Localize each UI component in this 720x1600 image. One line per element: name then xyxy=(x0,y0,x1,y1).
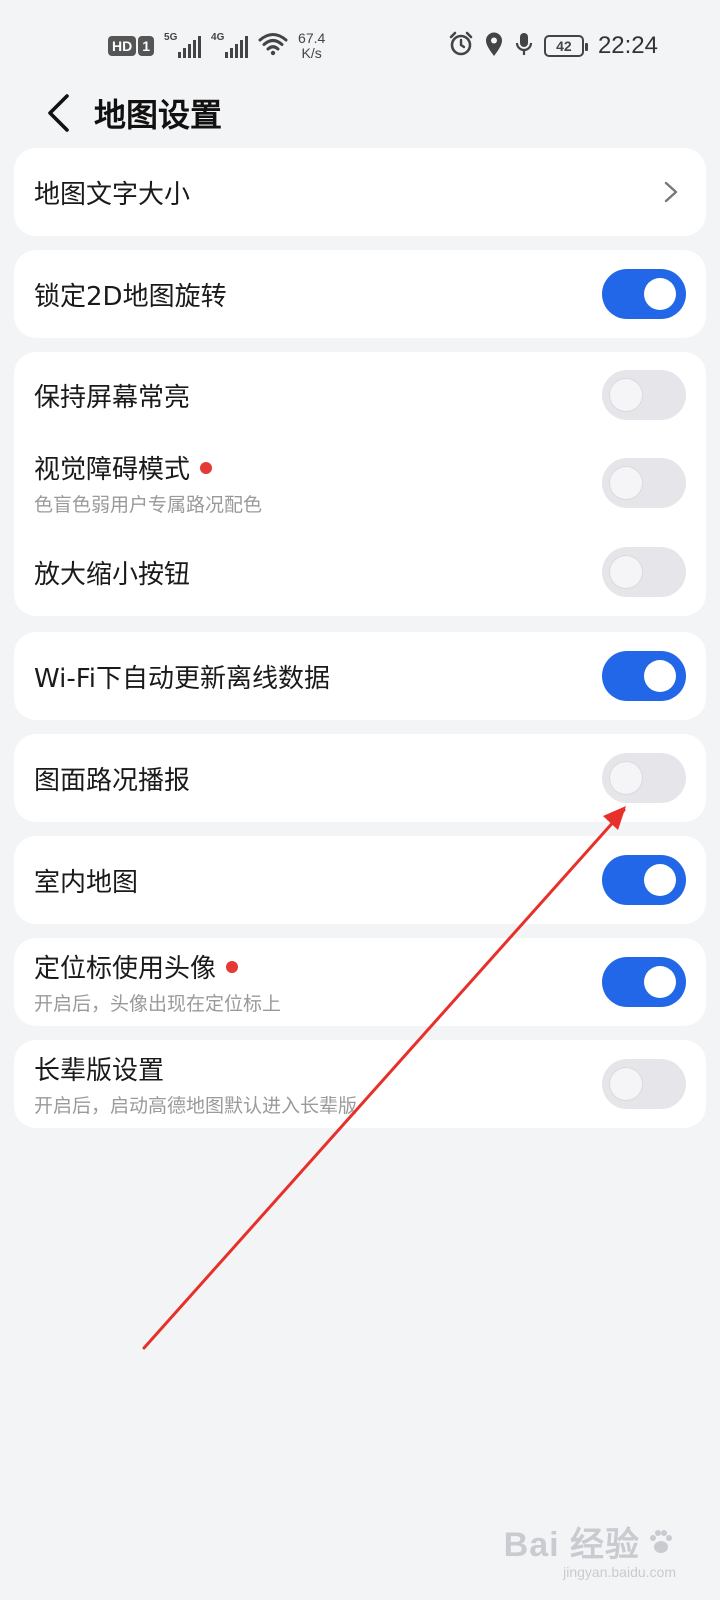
hd-badge: HD 1 xyxy=(108,36,155,56)
setting-description: 开启后，头像出现在定位标上 xyxy=(34,993,282,1015)
indoor-map-toggle[interactable] xyxy=(602,855,686,905)
setting-row-elder-mode: 长辈版设置 开启后，启动高德地图默认进入长辈版 xyxy=(14,1040,706,1128)
setting-label: 室内地图 xyxy=(34,867,139,898)
keep-screen-on-toggle[interactable] xyxy=(602,370,686,420)
wifi-auto-update-toggle[interactable] xyxy=(602,651,686,701)
new-badge-dot xyxy=(200,461,213,474)
watermark: Bai 经验 jingyan.baidu.com xyxy=(504,1517,676,1580)
settings-card-broadcast: 图面路况播报 xyxy=(14,734,706,822)
alarm-icon xyxy=(448,31,474,62)
status-bar-right: 42 22:24 xyxy=(448,31,658,62)
setting-row-traffic-broadcast: 图面路况播报 xyxy=(14,734,706,822)
battery-level: 42 xyxy=(556,38,572,54)
setting-label: 长辈版设置 xyxy=(34,1056,165,1086)
microphone-icon xyxy=(514,31,534,62)
setting-row-keep-screen-on: 保持屏幕常亮 xyxy=(14,352,706,438)
signal-5g-icon: 5G xyxy=(164,32,202,58)
setting-description: 开启后，启动高德地图默认进入长辈版 xyxy=(34,1095,358,1117)
toggle-knob xyxy=(610,379,642,411)
signal-4g-icon: 4G xyxy=(211,32,249,58)
setting-label: Wi-Fi下自动更新离线数据 xyxy=(34,663,331,694)
setting-description: 色盲色弱用户专属路况配色 xyxy=(34,494,263,516)
settings-card-text-size: 地图文字大小 xyxy=(14,148,706,236)
paw-icon xyxy=(650,1529,672,1553)
setting-row-map-text-size[interactable]: 地图文字大小 xyxy=(14,148,706,236)
elder-mode-toggle[interactable] xyxy=(602,1059,686,1109)
visual-impairment-mode-toggle[interactable] xyxy=(602,458,686,508)
traffic-broadcast-toggle[interactable] xyxy=(602,753,686,803)
page-title: 地图设置 xyxy=(94,96,223,134)
signal-4g-label: 4G xyxy=(211,32,225,43)
zoom-buttons-toggle[interactable] xyxy=(602,547,686,597)
toggle-knob xyxy=(644,966,676,998)
settings-card-display: 保持屏幕常亮 视觉障碍模式 色盲色弱用户专属路况配色 放大缩小按钮 xyxy=(14,352,706,616)
toggle-knob xyxy=(610,1068,642,1100)
speed-value: 67.4 xyxy=(298,30,326,46)
setting-label: 地图文字大小 xyxy=(34,179,191,210)
toggle-knob xyxy=(644,864,676,896)
title-bar: 地图设置 xyxy=(0,80,720,146)
status-bar-left: HD 1 5G 4G 67.4 K/s xyxy=(108,31,325,61)
setting-row-visual-impairment-mode: 视觉障碍模式 色盲色弱用户专属路况配色 xyxy=(14,438,706,528)
setting-label: 图面路况播报 xyxy=(34,765,191,796)
setting-row-lock-2d-rotation: 锁定2D地图旋转 xyxy=(14,250,706,338)
toggle-knob xyxy=(644,660,676,692)
setting-label: 保持屏幕常亮 xyxy=(34,382,191,413)
chevron-right-icon xyxy=(656,177,686,207)
watermark-text: Bai 经验 xyxy=(503,1526,640,1564)
setting-label: 锁定2D地图旋转 xyxy=(34,281,227,312)
status-time: 22:24 xyxy=(597,32,658,59)
wifi-icon xyxy=(258,32,288,61)
setting-row-indoor-map: 室内地图 xyxy=(14,836,706,924)
toggle-knob xyxy=(610,556,642,588)
setting-label: 定位标使用头像 xyxy=(34,954,217,984)
chevron-left-icon xyxy=(48,94,69,132)
new-badge-dot xyxy=(226,960,239,973)
toggle-knob xyxy=(610,762,642,794)
settings-card-offline: Wi-Fi下自动更新离线数据 xyxy=(14,632,706,720)
settings-card-avatar: 定位标使用头像 开启后，头像出现在定位标上 xyxy=(14,938,706,1026)
hd-label: HD xyxy=(108,36,137,56)
setting-row-avatar-location-marker: 定位标使用头像 开启后，头像出现在定位标上 xyxy=(14,938,706,1026)
setting-row-zoom-buttons: 放大缩小按钮 xyxy=(14,528,706,616)
toggle-knob xyxy=(644,278,676,310)
settings-card-elder: 长辈版设置 开启后，启动高德地图默认进入长辈版 xyxy=(14,1040,706,1128)
settings-card-indoor: 室内地图 xyxy=(14,836,706,924)
battery-icon: 42 xyxy=(543,35,588,57)
toggle-knob xyxy=(610,467,642,499)
avatar-location-marker-toggle[interactable] xyxy=(602,957,686,1007)
signal-5g-label: 5G xyxy=(164,32,178,43)
back-button[interactable] xyxy=(28,83,88,143)
setting-label: 放大缩小按钮 xyxy=(34,559,191,590)
status-bar: HD 1 5G 4G 67.4 K/s 42 22:24 xyxy=(0,0,720,92)
setting-label: 视觉障碍模式 xyxy=(34,455,191,485)
network-speed: 67.4 K/s xyxy=(298,31,325,61)
watermark-url: jingyan.baidu.com xyxy=(563,1564,676,1580)
watermark-logo: Bai 经验 xyxy=(504,1517,676,1566)
speed-unit: K/s xyxy=(301,45,322,61)
sim-label: 1 xyxy=(138,36,155,56)
location-icon xyxy=(484,31,504,62)
lock-2d-rotation-toggle[interactable] xyxy=(602,269,686,319)
settings-card-rotation: 锁定2D地图旋转 xyxy=(14,250,706,338)
setting-row-wifi-auto-update: Wi-Fi下自动更新离线数据 xyxy=(14,632,706,720)
